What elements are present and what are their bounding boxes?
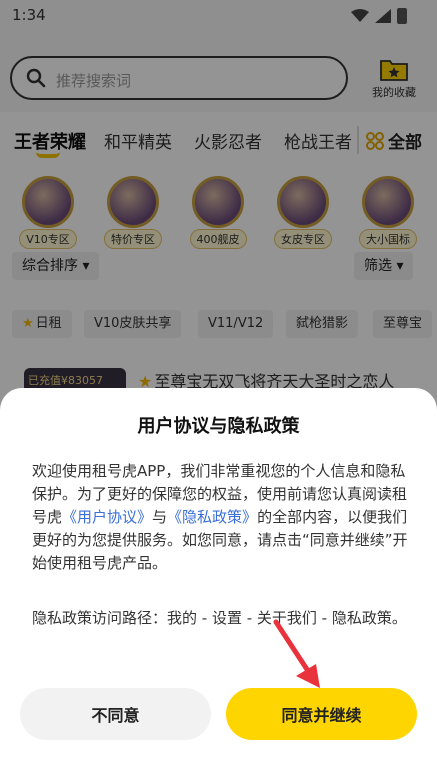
red-arrow-icon (273, 619, 320, 688)
disagree-button[interactable]: 不同意 (20, 688, 211, 740)
privacy-policy-link[interactable]: 《隐私政策》 (167, 508, 257, 526)
privacy-dialog: 用户协议与隐私政策 欢迎使用租号虎APP，我们非常重视您的个人信息和隐私保护。为… (0, 388, 437, 777)
dialog-title: 用户协议与隐私政策 (137, 416, 300, 437)
privacy-path-text: 隐私政策访问路径：我的 - 设置 - 关于我们 - 隐私政策。 (32, 609, 407, 627)
user-agreement-link[interactable]: 《用户协议》 (62, 508, 152, 526)
dialog-body: 欢迎使用租号虎APP，我们非常重视您的个人信息和隐私保护。为了更好的保障您的权益… (32, 462, 408, 572)
agree-button[interactable]: 同意并继续 (226, 688, 417, 740)
